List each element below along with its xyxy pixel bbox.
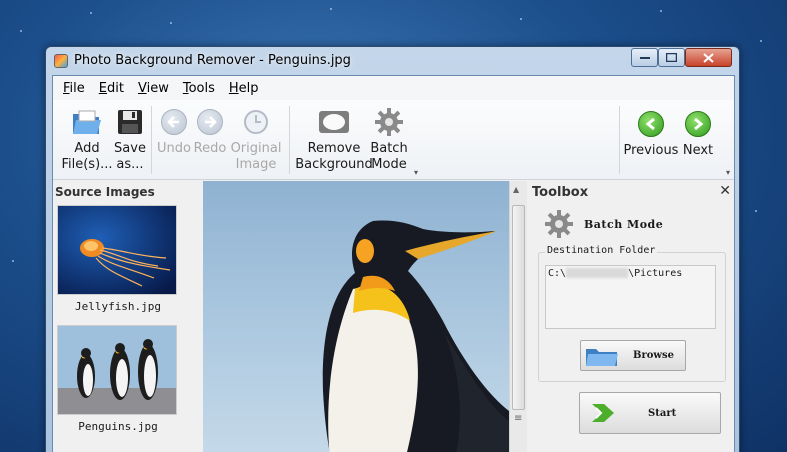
toolbar-separator — [289, 106, 290, 174]
source-images-title: Source Images — [55, 185, 155, 199]
start-arrow-icon — [592, 404, 614, 422]
remove-background-button[interactable]: Remove Background — [293, 106, 375, 173]
toolbar-overflow-icon[interactable]: ▾ — [414, 168, 418, 177]
destination-folder-title: Destination Folder — [545, 245, 658, 256]
desktop-star — [20, 30, 22, 32]
desktop-star — [760, 40, 762, 42]
client-area: File Edit View Tools Help Add File(s)...… — [52, 75, 735, 452]
maximize-button[interactable] — [658, 48, 685, 67]
original-image-label-1: Original — [230, 141, 282, 156]
previous-button[interactable]: Previous — [623, 108, 679, 159]
menu-help[interactable]: Help — [229, 81, 259, 96]
previous-label: Previous — [623, 143, 679, 158]
next-label: Next — [682, 143, 714, 158]
minimize-icon — [639, 56, 650, 59]
redo-button[interactable]: Redo — [192, 106, 228, 157]
save-as-label-1: Save — [114, 141, 146, 156]
remove-background-icon — [318, 106, 350, 138]
batch-mode-title: Batch Mode — [584, 217, 664, 231]
floppy-disk-icon — [114, 106, 146, 138]
jellyfish-thumbnail[interactable] — [57, 205, 177, 295]
batch-mode-label-2: Mode — [371, 157, 407, 172]
menu-bar: File Edit View Tools Help — [53, 76, 734, 100]
gear-icon — [373, 106, 405, 138]
thumbnail-item-jellyfish[interactable]: Jellyfish.jpg — [57, 205, 179, 313]
previous-arrow-icon — [635, 108, 667, 140]
batch-mode-button[interactable]: Batch Mode — [367, 106, 411, 173]
redo-arrow-icon — [194, 106, 226, 138]
browse-label: Browse — [633, 350, 674, 361]
desktop-star — [12, 260, 14, 262]
original-image-button[interactable]: Original Image — [229, 106, 283, 173]
toolbar-separator — [619, 106, 620, 174]
next-button[interactable]: Next — [677, 108, 719, 159]
undo-label: Undo — [157, 141, 191, 156]
batch-mode-header: Batch Mode — [544, 209, 663, 239]
app-window: Photo Background Remover - Penguins.jpg … — [45, 46, 740, 452]
next-arrow-icon — [682, 108, 714, 140]
menu-tools[interactable]: Tools — [183, 81, 215, 96]
scroll-grip-icon: ≡ — [514, 413, 523, 424]
app-icon — [54, 54, 68, 68]
start-button[interactable]: Start — [579, 392, 721, 434]
close-window-button[interactable] — [685, 48, 732, 67]
destination-path-prefix: C:\ — [548, 268, 567, 279]
desktop-star — [170, 22, 172, 24]
desktop-star — [330, 8, 332, 10]
menu-file[interactable]: File — [63, 81, 85, 96]
destination-path-field[interactable]: C:\ \Pictures — [545, 265, 716, 329]
toolbox-title: Toolbox — [532, 185, 589, 200]
vertical-scrollbar[interactable]: ▲ ≡ — [509, 181, 527, 452]
window-title: Photo Background Remover - Penguins.jpg — [74, 53, 351, 68]
menu-edit[interactable]: Edit — [99, 81, 124, 96]
penguins-thumbnail[interactable] — [57, 325, 177, 415]
minimize-button[interactable] — [631, 48, 658, 67]
toolbar-overflow-icon[interactable]: ▾ — [726, 168, 730, 177]
maximize-icon — [666, 53, 677, 62]
scroll-thumb[interactable] — [512, 205, 525, 410]
add-files-button[interactable]: Add File(s)... — [61, 106, 113, 173]
start-label: Start — [648, 407, 677, 419]
title-bar[interactable]: Photo Background Remover - Penguins.jpg — [46, 47, 739, 75]
thumbnail-label: Penguins.jpg — [78, 420, 158, 433]
original-image-label-2: Image — [235, 157, 277, 172]
toolbox-close-button[interactable]: ✕ — [719, 183, 731, 199]
add-files-label-2: File(s)... — [61, 157, 113, 172]
penguin-photo — [322, 220, 509, 452]
save-as-button[interactable]: Save as... — [113, 106, 147, 173]
ribbon-toolbar: Add File(s)... Save as... Undo Redo Orig… — [53, 100, 734, 180]
undo-arrow-icon — [158, 106, 190, 138]
toolbar-separator — [151, 106, 152, 174]
close-icon — [703, 52, 714, 63]
save-as-label-2: as... — [116, 157, 144, 172]
destination-path-suffix: \Pictures — [628, 268, 683, 279]
remove-background-label-2: Background — [295, 157, 373, 172]
redacted-username — [566, 268, 629, 278]
toolbox-panel: Toolbox ✕ Batch Mode Destination Folder … — [527, 181, 734, 452]
desktop-star — [90, 12, 92, 14]
destination-folder-group: Destination Folder C:\ \Pictures Browse — [538, 245, 726, 382]
desktop-star — [520, 18, 522, 20]
remove-background-label-1: Remove — [307, 141, 361, 156]
desktop-star — [660, 10, 662, 12]
browse-button[interactable]: Browse — [580, 340, 686, 371]
clock-icon — [240, 106, 272, 138]
thumbnail-label: Jellyfish.jpg — [74, 300, 162, 313]
gear-icon — [545, 210, 573, 238]
folder-open-icon — [71, 106, 103, 138]
menu-view[interactable]: View — [138, 81, 169, 96]
batch-mode-label-1: Batch — [370, 141, 408, 156]
add-files-label-1: Add — [74, 141, 100, 156]
redo-label: Redo — [193, 141, 227, 156]
undo-button[interactable]: Undo — [156, 106, 192, 157]
desktop-star — [755, 210, 757, 212]
thumbnail-item-penguins[interactable]: Penguins.jpg — [57, 325, 179, 433]
source-images-panel: Source Images Jellyfish.jpg Penguins.jpg — [53, 181, 203, 452]
folder-icon — [586, 348, 618, 366]
image-preview[interactable] — [203, 181, 509, 452]
scroll-up-icon[interactable]: ▲ — [513, 185, 519, 194]
